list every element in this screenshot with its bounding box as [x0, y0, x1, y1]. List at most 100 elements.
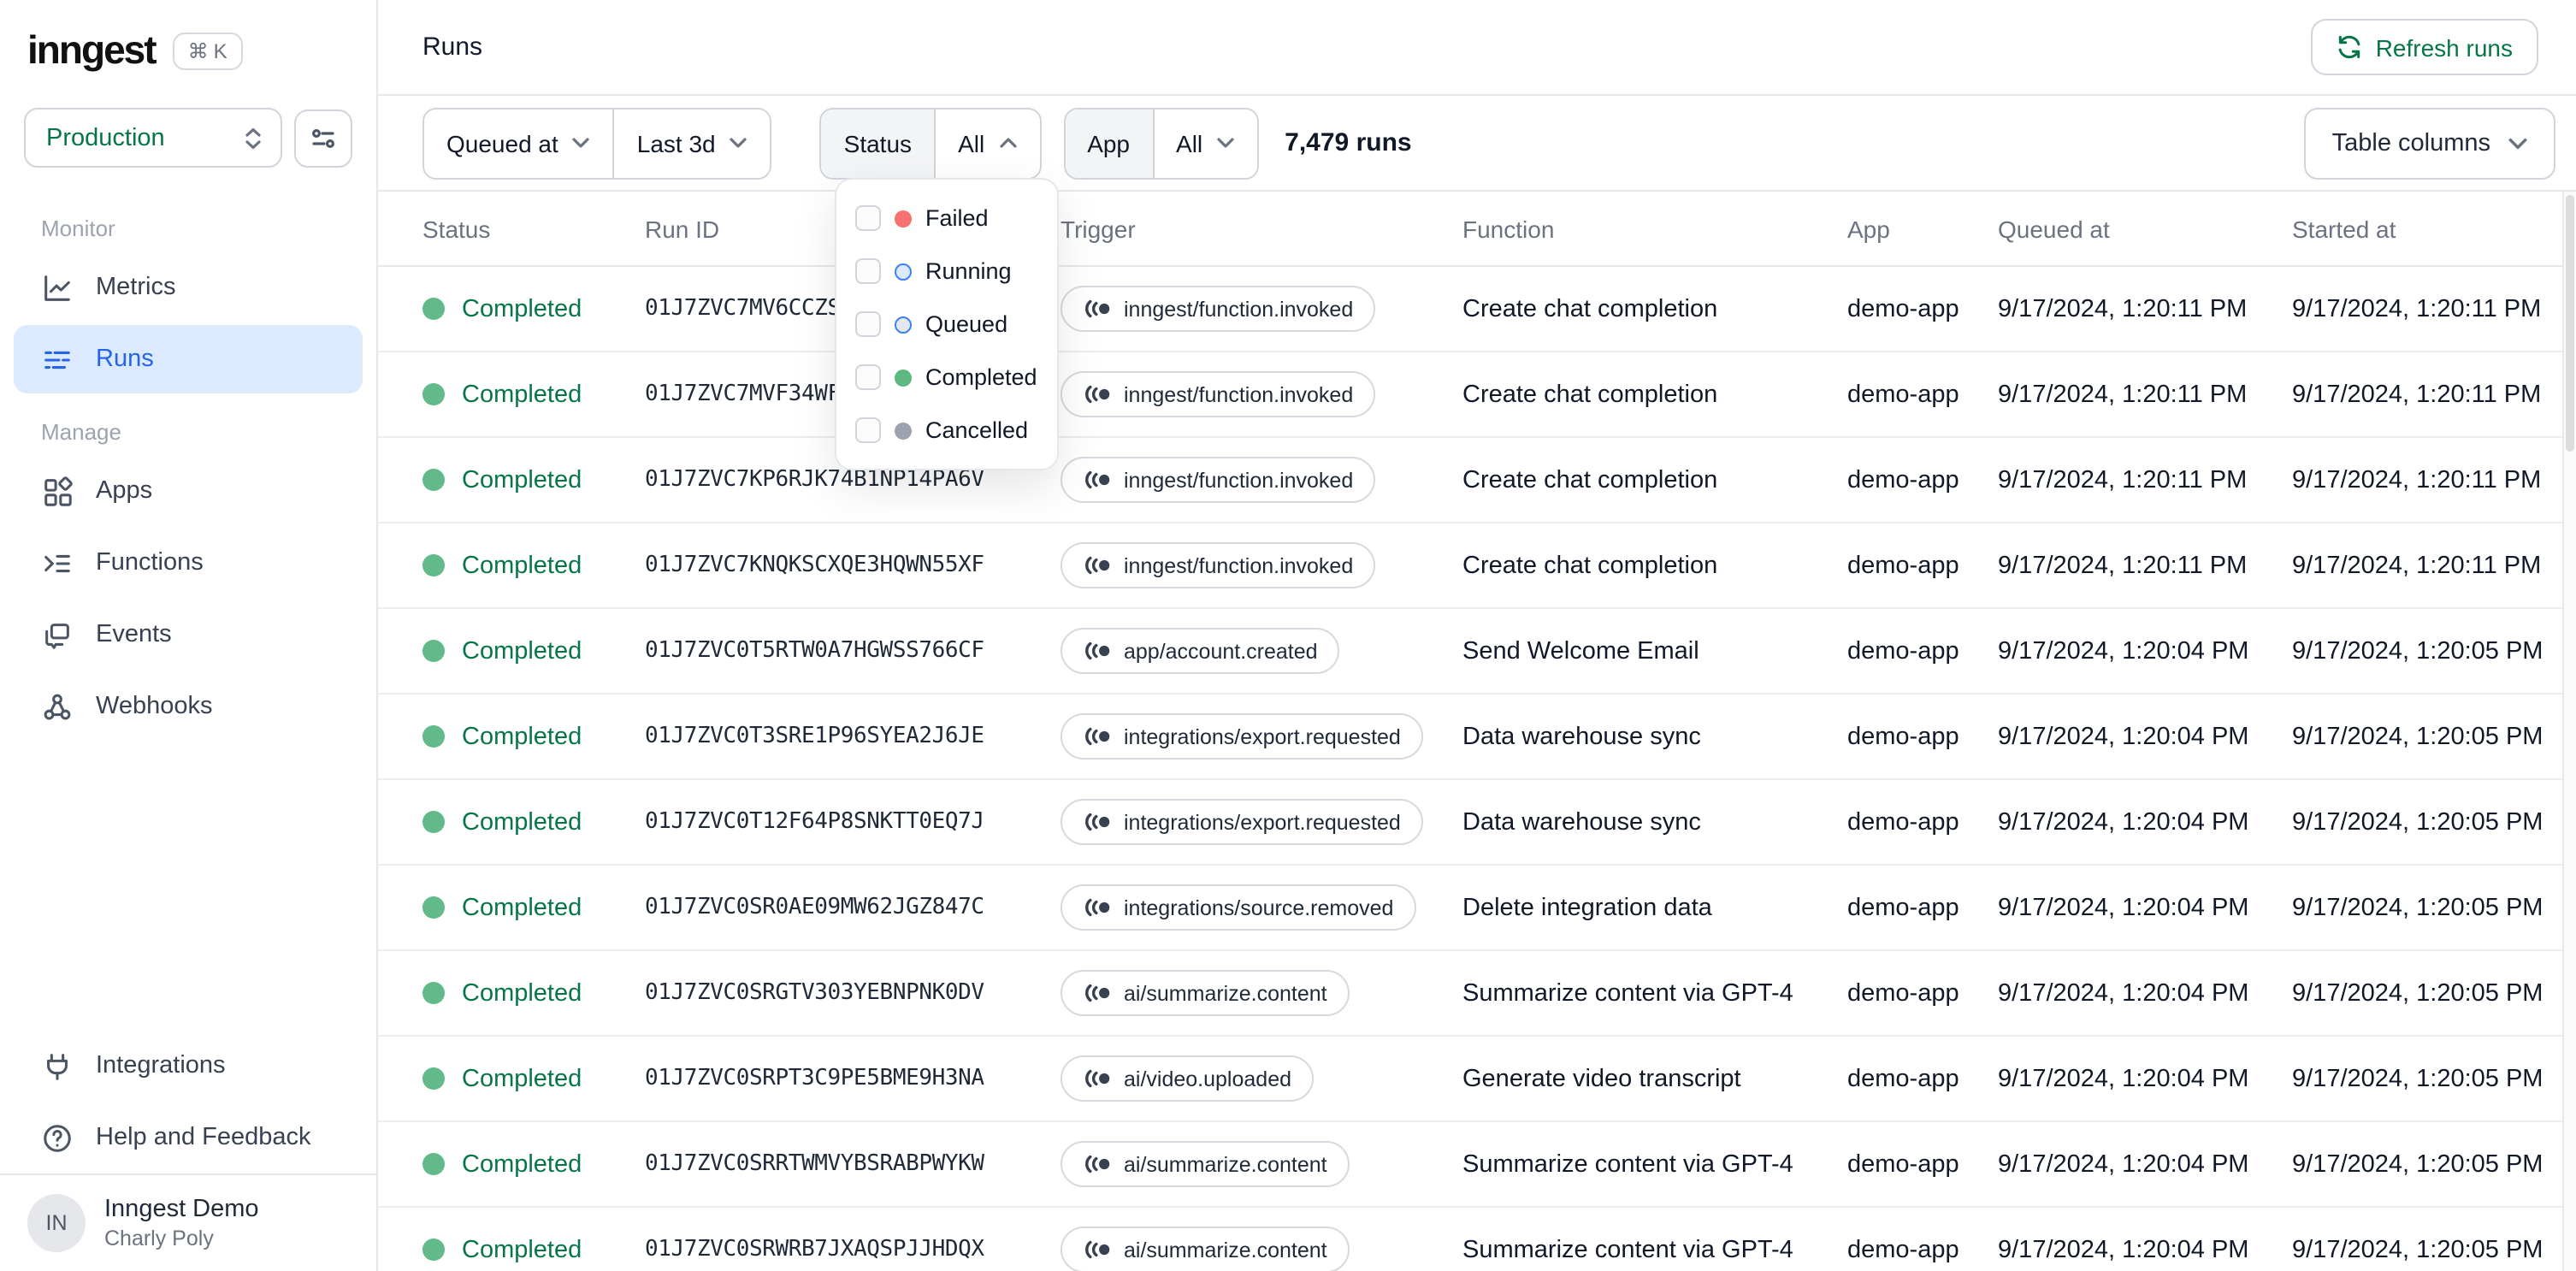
- sidebar-item-help[interactable]: Help and Feedback: [14, 1103, 363, 1172]
- trigger-badge[interactable]: inngest/function.invoked: [1061, 542, 1376, 588]
- vertical-scrollbar[interactable]: [2562, 192, 2576, 1271]
- table-row[interactable]: Completed 01J7ZVC0SRGTV303YEBNPNK0DV ai/…: [378, 951, 2576, 1037]
- sidebar: inngest ⌘ K Production Monitor Metrics Ru…: [0, 0, 378, 1271]
- environment-filter-button[interactable]: [294, 109, 352, 167]
- table-row[interactable]: Completed 01J7ZVC0SRPT3C9PE5BME9H3NA ai/…: [378, 1037, 2576, 1122]
- trigger-cell: ai/summarize.content: [1061, 1227, 1462, 1271]
- completed-status-dot-icon: [422, 725, 445, 748]
- trigger-badge[interactable]: ai/summarize.content: [1061, 970, 1350, 1016]
- run-id-cell: 01J7ZVC0T12F64P8SNKTT0EQ7J: [645, 809, 984, 835]
- app-cell: demo-app: [1847, 295, 1959, 322]
- status-filter-label: Status: [821, 109, 935, 177]
- table-row[interactable]: Completed 01J7ZVC0T5RTW0A7HGWSS766CF app…: [378, 609, 2576, 695]
- table-row[interactable]: Completed 01J7ZVC0T3SRE1P96SYEA2J6JE int…: [378, 695, 2576, 780]
- table-row[interactable]: Completed 01J7ZVC7MVF34WF inngest/functi…: [378, 352, 2576, 438]
- trigger-badge[interactable]: inngest/function.invoked: [1061, 371, 1376, 417]
- status-cell: Completed: [422, 295, 645, 322]
- filter-bar: Queued at Last 3d Status All App All 7,4…: [378, 96, 2576, 190]
- time-range-filter[interactable]: Last 3d: [612, 109, 771, 177]
- sidebar-item-webhooks[interactable]: Webhooks: [14, 672, 363, 741]
- app-filter-value[interactable]: All: [1152, 109, 1258, 177]
- run-id-cell: 01J7ZVC0SRPT3C9PE5BME9H3NA: [645, 1066, 984, 1091]
- col-header-trigger: Trigger: [1061, 215, 1136, 242]
- trigger-badge[interactable]: inngest/function.invoked: [1061, 286, 1376, 332]
- status-cell: Completed: [422, 723, 645, 750]
- run-id-cell: 01J7ZVC0SRWRB7JXAQSPJJHDQX: [645, 1237, 984, 1262]
- started-at-cell: 9/17/2024, 1:20:11 PM: [2292, 381, 2542, 408]
- table-row[interactable]: Completed 01J7ZVC0SRWRB7JXAQSPJJHDQX ai/…: [378, 1208, 2576, 1271]
- trigger-badge[interactable]: ai/summarize.content: [1061, 1227, 1350, 1271]
- status-option-completed[interactable]: Completed: [836, 351, 1057, 404]
- status-option-failed[interactable]: Failed: [836, 192, 1057, 245]
- command-k-shortcut[interactable]: ⌘ K: [172, 32, 243, 69]
- table-row[interactable]: Completed 01J7ZVC0T12F64P8SNKTT0EQ7J int…: [378, 780, 2576, 866]
- apps-grid-icon: [44, 476, 73, 505]
- completed-status-dot-icon: [422, 1067, 445, 1090]
- trigger-badge[interactable]: integrations/export.requested: [1061, 799, 1423, 845]
- chevron-down-icon: [1217, 138, 1234, 148]
- started-at-cell: 9/17/2024, 1:20:11 PM: [2292, 466, 2542, 494]
- scrollbar-thumb[interactable]: [2566, 195, 2574, 452]
- table-columns-button[interactable]: Table columns: [2304, 107, 2555, 179]
- app-cell: demo-app: [1847, 1065, 1959, 1092]
- sidebar-item-integrations[interactable]: Integrations: [14, 1032, 363, 1100]
- app-cell: demo-app: [1847, 1236, 1959, 1263]
- table-row[interactable]: Completed 01J7ZVC0SR0AE09MW62JGZ847C int…: [378, 866, 2576, 951]
- queued-at-cell: 9/17/2024, 1:20:04 PM: [1998, 1065, 2249, 1092]
- sidebar-item-apps[interactable]: Apps: [14, 457, 363, 525]
- trigger-badge[interactable]: ai/video.uploaded: [1061, 1055, 1314, 1102]
- trigger-badge[interactable]: integrations/export.requested: [1061, 713, 1423, 760]
- status-option-queued[interactable]: Queued: [836, 298, 1057, 351]
- status-filter-value[interactable]: All: [934, 109, 1040, 177]
- trigger-cell: inngest/function.invoked: [1061, 286, 1462, 332]
- section-label-monitor: Monitor: [41, 216, 115, 241]
- completed-status-dot-icon: [422, 383, 445, 405]
- chevron-down-icon: [573, 138, 590, 148]
- queued-at-filter[interactable]: Queued at: [424, 109, 613, 177]
- app-filter-label: App: [1065, 109, 1153, 177]
- status-cell: Completed: [422, 552, 645, 579]
- checkbox[interactable]: [855, 205, 881, 231]
- checkbox[interactable]: [855, 311, 881, 337]
- status-option-running[interactable]: Running: [836, 245, 1057, 298]
- account-org-name: Inngest Demo: [104, 1196, 259, 1223]
- table-row[interactable]: Completed 01J7ZVC0SRRTWMVYBSRABPWYKW ai/…: [378, 1122, 2576, 1208]
- completed-status-dot-icon: [422, 469, 445, 491]
- sidebar-item-runs[interactable]: Runs: [14, 325, 363, 393]
- started-at-cell: 9/17/2024, 1:20:11 PM: [2292, 295, 2542, 322]
- app-cell: demo-app: [1847, 637, 1959, 665]
- sidebar-item-metrics[interactable]: Metrics: [14, 253, 363, 322]
- trigger-cell: inngest/function.invoked: [1061, 542, 1462, 588]
- app-cell: demo-app: [1847, 552, 1959, 579]
- checkbox[interactable]: [855, 364, 881, 390]
- status-option-cancelled[interactable]: Cancelled: [836, 404, 1057, 457]
- status-cell: Completed: [422, 979, 645, 1007]
- trigger-badge[interactable]: app/account.created: [1061, 628, 1340, 674]
- main-content: Runs Refresh runs Queued at Last 3d Stat…: [378, 0, 2576, 1271]
- completed-status-dot-icon: [422, 1238, 445, 1261]
- webhooks-icon: [44, 693, 71, 719]
- account-user-name: Charly Poly: [104, 1227, 214, 1250]
- refresh-runs-button[interactable]: Refresh runs: [2310, 19, 2538, 75]
- sidebar-item-functions[interactable]: Functions: [14, 529, 363, 597]
- trigger-badge[interactable]: integrations/source.removed: [1061, 884, 1416, 931]
- run-id-cell: 01J7ZVC7KP6RJK74B1NP14PA6V: [645, 467, 984, 493]
- checkbox[interactable]: [855, 417, 881, 443]
- account-menu[interactable]: IN Inngest Demo Charly Poly: [0, 1173, 376, 1271]
- trigger-badge[interactable]: inngest/function.invoked: [1061, 457, 1376, 503]
- table-row[interactable]: Completed 01J7ZVC7KP6RJK74B1NP14PA6V inn…: [378, 438, 2576, 523]
- trigger-badge[interactable]: ai/summarize.content: [1061, 1141, 1350, 1187]
- checkbox[interactable]: [855, 258, 881, 284]
- function-cell: Delete integration data: [1462, 894, 1712, 921]
- queued-at-cell: 9/17/2024, 1:20:04 PM: [1998, 979, 2249, 1007]
- function-cell: Summarize content via GPT-4: [1462, 1236, 1793, 1263]
- environment-select[interactable]: Production: [24, 108, 282, 168]
- event-pulse-icon: [1085, 727, 1110, 746]
- table-row[interactable]: Completed 01J7ZVC7MV6CCZS inngest/functi…: [378, 267, 2576, 352]
- table-row[interactable]: Completed 01J7ZVC7KNQKSCXQE3HQWN55XF inn…: [378, 523, 2576, 609]
- sidebar-item-events[interactable]: Events: [14, 600, 363, 669]
- status-cell: Completed: [422, 894, 645, 921]
- status-cell: Completed: [422, 808, 645, 836]
- queued-at-cell: 9/17/2024, 1:20:11 PM: [1998, 552, 2248, 579]
